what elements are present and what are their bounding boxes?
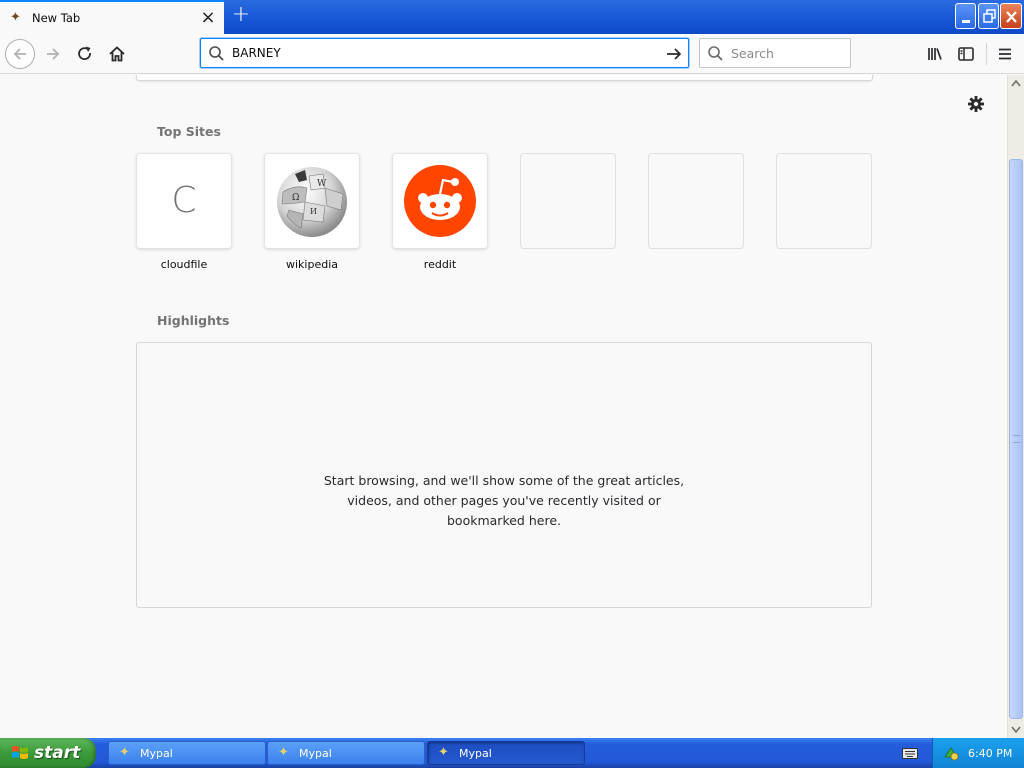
highlights-empty-state: Start browsing, and we'll show some of t…	[136, 342, 872, 608]
restore-button[interactable]	[978, 3, 999, 29]
hamburger-icon	[999, 48, 1011, 60]
mypal-icon: ✦	[278, 745, 289, 760]
highlights-empty-message: Start browsing, and we'll show some of t…	[137, 471, 871, 531]
plus-icon: +	[231, 2, 251, 27]
system-tray: 6:40 PM	[932, 738, 1024, 768]
top-site-tile-reddit[interactable]	[392, 153, 488, 249]
wikipedia-globe-icon: Ω W И	[277, 167, 347, 237]
library-icon	[928, 48, 942, 60]
taskbar-button-label: Mypal	[459, 746, 492, 760]
mypal-icon: ✦	[438, 745, 449, 760]
close-icon[interactable]: ×	[198, 8, 218, 28]
highlights-empty-line: bookmarked here.	[447, 513, 561, 528]
tile-letter: C	[171, 180, 197, 221]
new-tab-page: Top Sites C cloudfile Ω W И wikipedia re…	[0, 75, 1007, 738]
taskbar-button-label: Mypal	[140, 746, 173, 760]
toolbar-divider	[986, 43, 987, 65]
arrow-right-icon	[47, 48, 60, 60]
clock: 6:40 PM	[968, 746, 1013, 760]
home-button[interactable]	[102, 39, 132, 69]
svg-text:Ω: Ω	[292, 193, 299, 203]
arrow-right-icon[interactable]	[664, 44, 684, 64]
top-site-empty-slot	[776, 153, 872, 249]
top-sites-heading: Top Sites	[157, 124, 221, 139]
top-site-label[interactable]: cloudfile	[136, 258, 232, 271]
top-site-tile-wikipedia[interactable]: Ω W И	[264, 153, 360, 249]
tab-strip: ✦ New Tab × +	[0, 0, 1024, 34]
scrollbar-thumb[interactable]	[1009, 159, 1023, 719]
highlights-empty-line: Start browsing, and we'll show some of t…	[323, 473, 685, 488]
taskbar-button-mypal[interactable]: ✦ Mypal	[108, 741, 266, 765]
top-site-tile-cloudfile[interactable]: C	[136, 153, 232, 249]
svg-text:И: И	[310, 207, 317, 216]
top-site-empty-slot	[648, 153, 744, 249]
url-bar[interactable]: BARNEY	[200, 38, 689, 68]
close-icon	[1006, 11, 1017, 23]
minimize-button[interactable]	[955, 3, 976, 29]
sidebar-icon	[958, 47, 974, 61]
window-close-button[interactable]	[1000, 3, 1022, 29]
windows-taskbar: start ✦ Mypal ✦ Mypal ✦ Mypal 6:40 PM	[0, 738, 1024, 768]
taskbar-button-mypal[interactable]: ✦ Mypal	[267, 741, 425, 765]
reload-button[interactable]	[70, 39, 100, 69]
start-button[interactable]: start	[0, 738, 96, 768]
highlights-heading: Highlights	[157, 313, 230, 328]
arrow-left-icon	[13, 48, 26, 60]
search-bar[interactable]: Search	[699, 38, 851, 68]
scroll-down-arrow-icon[interactable]	[1008, 721, 1024, 738]
navigation-toolbar: BARNEY Search	[0, 34, 1024, 74]
reload-icon	[78, 46, 91, 61]
search-input[interactable]: Search	[731, 46, 774, 61]
forward-button[interactable]	[38, 39, 68, 69]
windows-logo-icon	[12, 746, 28, 759]
home-icon	[109, 46, 125, 62]
mypal-icon: ✦	[119, 745, 130, 760]
reddit-logo-icon	[404, 165, 476, 237]
start-label: start	[34, 743, 81, 763]
tab-title: New Tab	[32, 11, 81, 25]
search-icon	[708, 46, 723, 61]
menu-button[interactable]	[990, 39, 1020, 69]
gear-icon[interactable]	[966, 94, 986, 114]
mypal-icon: ✦	[10, 10, 21, 25]
scroll-up-arrow-icon[interactable]	[1008, 75, 1024, 92]
vertical-scrollbar[interactable]	[1007, 75, 1024, 738]
search-card	[136, 75, 873, 81]
taskbar-button-label: Mypal	[299, 746, 332, 760]
library-button[interactable]	[920, 39, 950, 69]
top-site-label[interactable]: reddit	[392, 258, 488, 271]
new-tab-button[interactable]: +	[229, 4, 253, 28]
keyboard-icon[interactable]	[902, 746, 918, 760]
svg-text:W: W	[317, 179, 327, 189]
tab-new-tab[interactable]: ✦ New Tab ×	[0, 0, 224, 34]
top-site-empty-slot	[520, 153, 616, 249]
highlights-empty-line: videos, and other pages you've recently …	[347, 493, 661, 508]
top-site-label[interactable]: wikipedia	[264, 258, 360, 271]
sidebar-button[interactable]	[951, 39, 981, 69]
taskbar-button-mypal-active[interactable]: ✦ Mypal	[427, 741, 585, 765]
network-icon[interactable]	[943, 745, 959, 761]
restore-icon	[983, 9, 996, 23]
url-input[interactable]: BARNEY	[232, 46, 281, 60]
minimize-icon	[962, 20, 970, 23]
back-button[interactable]	[5, 39, 35, 69]
scrollbar-grip	[1013, 435, 1020, 443]
search-icon	[209, 46, 224, 61]
